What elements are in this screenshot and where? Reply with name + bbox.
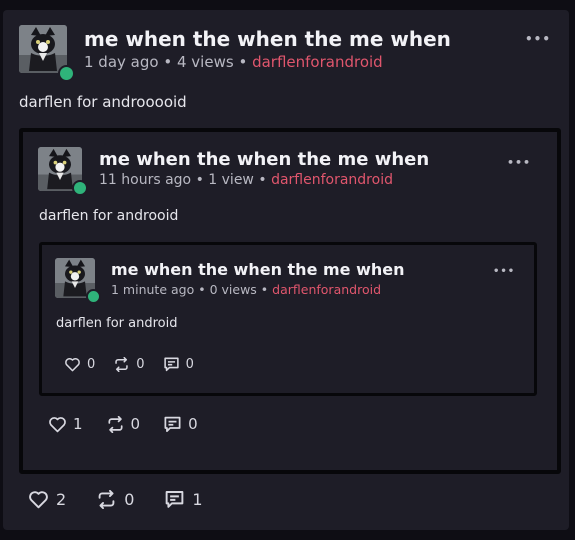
- comment-button[interactable]: 1: [164, 489, 203, 509]
- post-views: 1 view: [208, 172, 254, 188]
- post-title[interactable]: me when the when the me when: [111, 260, 405, 279]
- repost-count: 0: [136, 356, 145, 372]
- comment-button[interactable]: 0: [163, 356, 194, 372]
- repost-count: 0: [130, 415, 141, 433]
- meta-separator: •: [238, 53, 248, 71]
- post-body: darflen for android: [56, 316, 178, 331]
- repost-button[interactable]: 0: [106, 415, 141, 433]
- meta-separator: •: [198, 282, 206, 297]
- post-views: 0 views: [209, 282, 257, 297]
- post-actions: 0 0 0: [64, 356, 194, 372]
- like-button[interactable]: 2: [28, 490, 66, 509]
- post-card: me when the when the me when 1 day ago •…: [3, 10, 569, 530]
- avatar[interactable]: [19, 25, 67, 73]
- like-count: 0: [87, 356, 96, 372]
- repost-icon: [108, 415, 123, 433]
- repost-count: 0: [124, 489, 135, 509]
- meta-separator: •: [260, 282, 269, 297]
- post-time[interactable]: 11 hours ago: [99, 172, 191, 188]
- heart-icon: [29, 490, 48, 508]
- online-status-dot: [58, 65, 75, 82]
- post-time[interactable]: 1 minute ago: [111, 282, 194, 297]
- meta-separator: •: [258, 172, 267, 188]
- post-actions: 2 0 1: [28, 489, 203, 509]
- like-button[interactable]: 0: [64, 357, 95, 372]
- more-options-icon[interactable]: •••: [493, 266, 515, 277]
- repost-button[interactable]: 0: [96, 489, 135, 509]
- post-author-link[interactable]: darflenforandroid: [272, 282, 381, 297]
- post-author-link[interactable]: darflenforandroid: [271, 172, 393, 188]
- comment-icon: [163, 357, 179, 372]
- like-count: 2: [56, 489, 67, 509]
- post-body: darflen for androoooid: [19, 93, 187, 111]
- post-author-link[interactable]: darflenforandroid: [252, 53, 383, 71]
- online-status-dot: [86, 289, 101, 304]
- quoted-post[interactable]: me when the when the me when 11 hours ag…: [19, 128, 561, 474]
- comment-icon: [166, 491, 184, 508]
- online-status-dot: [72, 180, 88, 196]
- meta-separator: •: [163, 53, 173, 71]
- comment-count: 0: [185, 356, 194, 372]
- post-meta: 1 minute ago • 0 views • darflenforandro…: [111, 282, 381, 297]
- post-title[interactable]: me when the when the me when: [84, 27, 451, 51]
- meta-separator: •: [195, 172, 204, 188]
- comment-count: 1: [192, 489, 203, 509]
- post-meta: 1 day ago • 4 views • darflenforandroid: [84, 53, 383, 71]
- like-button[interactable]: 1: [48, 415, 83, 433]
- post-title[interactable]: me when the when the me when: [99, 149, 429, 170]
- post-time[interactable]: 1 day ago: [84, 53, 159, 71]
- post-views: 4 views: [176, 53, 234, 71]
- post-body: darflen for androoid: [39, 208, 179, 224]
- repost-button[interactable]: 0: [113, 356, 145, 372]
- comment-icon: [164, 416, 181, 432]
- comment-button[interactable]: 0: [163, 415, 198, 433]
- cat-avatar-icon: [19, 25, 67, 73]
- repost-icon: [115, 356, 128, 372]
- more-options-icon[interactable]: •••: [507, 156, 531, 169]
- post-meta: 11 hours ago • 1 view • darflenforandroi…: [99, 172, 393, 188]
- comment-count: 0: [188, 415, 198, 433]
- heart-icon: [65, 357, 80, 371]
- post-actions: 1 0 0: [48, 415, 198, 433]
- heart-icon: [49, 416, 66, 432]
- repost-icon: [98, 489, 115, 509]
- more-options-icon[interactable]: •••: [525, 32, 551, 46]
- quoted-post[interactable]: me when the when the me when 1 minute ag…: [39, 242, 537, 396]
- like-count: 1: [73, 415, 83, 433]
